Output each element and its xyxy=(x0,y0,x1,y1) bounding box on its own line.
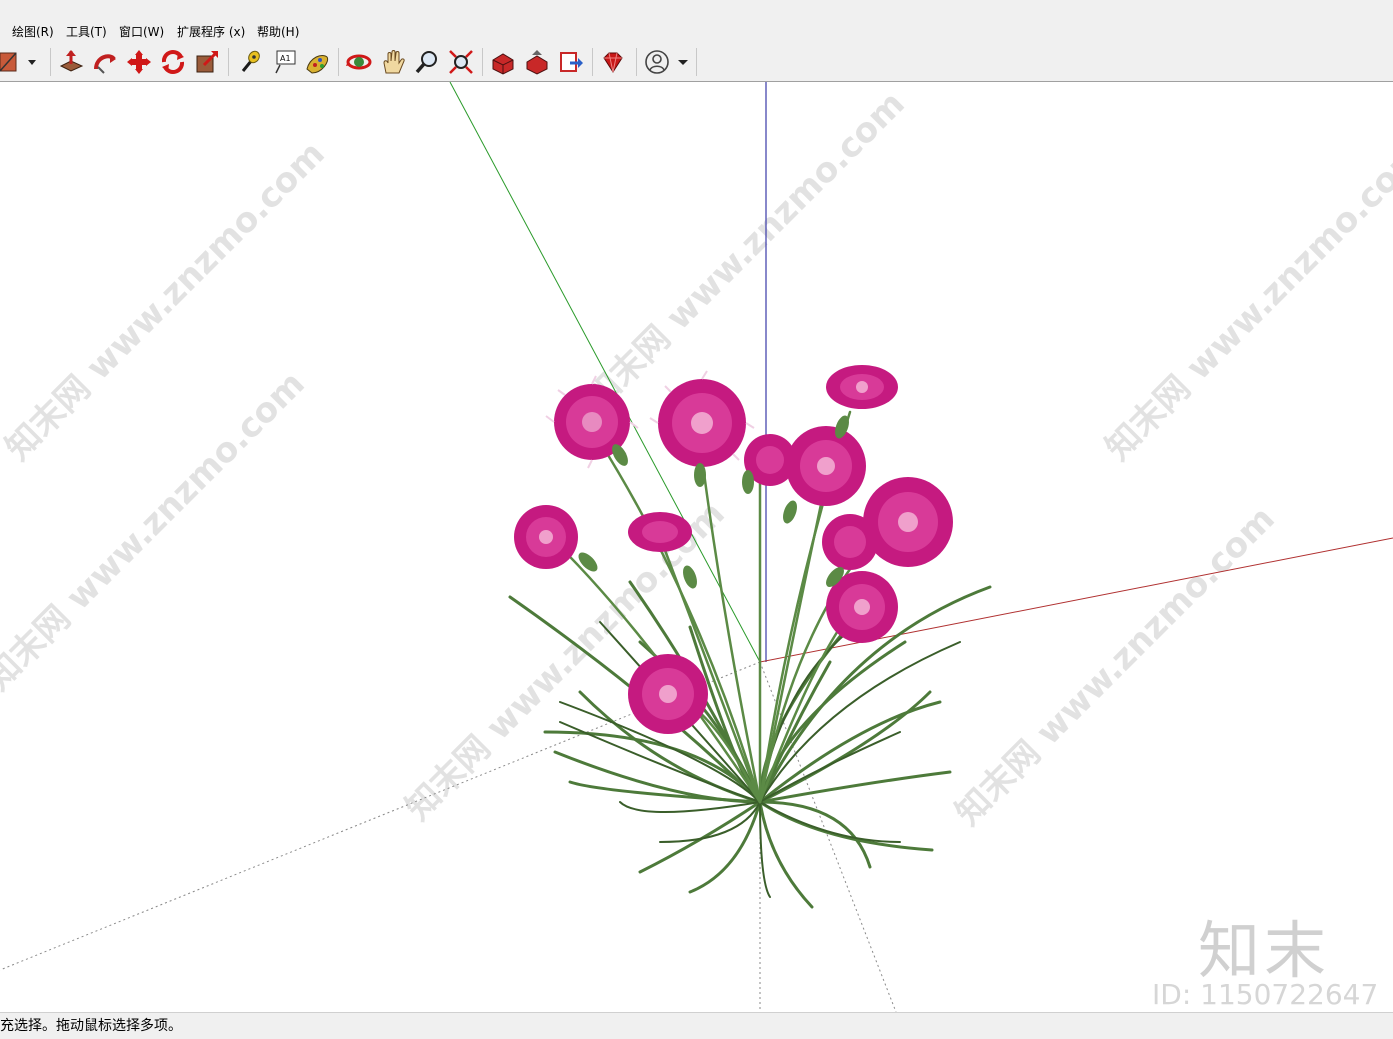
toolbar-separator xyxy=(592,48,593,76)
menu-draw[interactable]: 绘图(R) xyxy=(12,24,54,40)
scale-icon[interactable] xyxy=(192,47,222,77)
toolbar-separator xyxy=(482,48,483,76)
id-watermark: ID: 1150722647 xyxy=(1152,978,1379,1011)
zoom-icon[interactable] xyxy=(412,47,442,77)
account-dropdown-icon[interactable] xyxy=(673,47,693,77)
dropdown-arrow-icon[interactable] xyxy=(22,47,42,77)
paint-bucket-icon[interactable] xyxy=(0,47,20,77)
account-icon[interactable] xyxy=(642,47,672,77)
zoom-extents-icon[interactable] xyxy=(446,47,476,77)
menu-help[interactable]: 帮助(H) xyxy=(257,24,299,40)
watermark-text: 知末网 www.znzmo.com xyxy=(948,499,1283,834)
tape-measure-icon[interactable] xyxy=(234,47,264,77)
flower xyxy=(863,477,953,567)
toolbar-separator xyxy=(696,48,697,76)
flower xyxy=(786,426,866,506)
warehouse-icon[interactable] xyxy=(488,47,518,77)
green-axis-negative xyxy=(759,661,897,1012)
text-icon[interactable]: A1 xyxy=(270,47,300,77)
status-text: 扩充选择。拖动鼠标选择多项。 xyxy=(0,1018,182,1034)
menu-tools[interactable]: 工具(T) xyxy=(66,24,107,40)
model-viewport[interactable]: 知末网 www.znzmo.com 知末网 www.znzmo.com 知末网 … xyxy=(0,82,1393,1012)
flower xyxy=(826,365,898,409)
menu-extensions[interactable]: 扩展程序 (x) xyxy=(177,24,245,40)
green-axis xyxy=(449,82,761,663)
ruby-extension-icon[interactable] xyxy=(598,47,628,77)
toolbar-separator xyxy=(636,48,637,76)
flower xyxy=(514,505,578,569)
rotate-icon[interactable] xyxy=(158,47,188,77)
menu-window[interactable]: 窗口(W) xyxy=(119,24,164,40)
status-bar: 扩充选择。拖动鼠标选择多项。 xyxy=(0,1012,1393,1039)
flower xyxy=(649,370,755,476)
share-model-icon[interactable] xyxy=(522,47,552,77)
follow-me-icon[interactable] xyxy=(90,47,120,77)
push-pull-icon[interactable] xyxy=(56,47,86,77)
toolbar: A1 xyxy=(0,42,1393,82)
watermark-text: 知末网 www.znzmo.com xyxy=(1098,134,1393,469)
toolbar-separator xyxy=(228,48,229,76)
flower xyxy=(822,514,878,570)
upload-component-icon[interactable] xyxy=(556,47,586,77)
text-tool-label: A1 xyxy=(280,54,291,63)
toolbar-separator xyxy=(338,48,339,76)
menu-bar: 绘图(R) 工具(T) 窗口(W) 扩展程序 (x) 帮助(H) xyxy=(0,0,1393,42)
move-icon[interactable] xyxy=(124,47,154,77)
orbit-icon[interactable] xyxy=(344,47,374,77)
viewport-canvas[interactable]: 知末网 www.znzmo.com 知末网 www.znzmo.com 知末网 … xyxy=(0,82,1393,1012)
flower xyxy=(628,512,692,552)
pan-icon[interactable] xyxy=(378,47,408,77)
paint-icon[interactable] xyxy=(302,47,332,77)
toolbar-separator xyxy=(50,48,51,76)
brand-watermark: 知末 xyxy=(1198,914,1331,987)
flower xyxy=(628,654,708,734)
